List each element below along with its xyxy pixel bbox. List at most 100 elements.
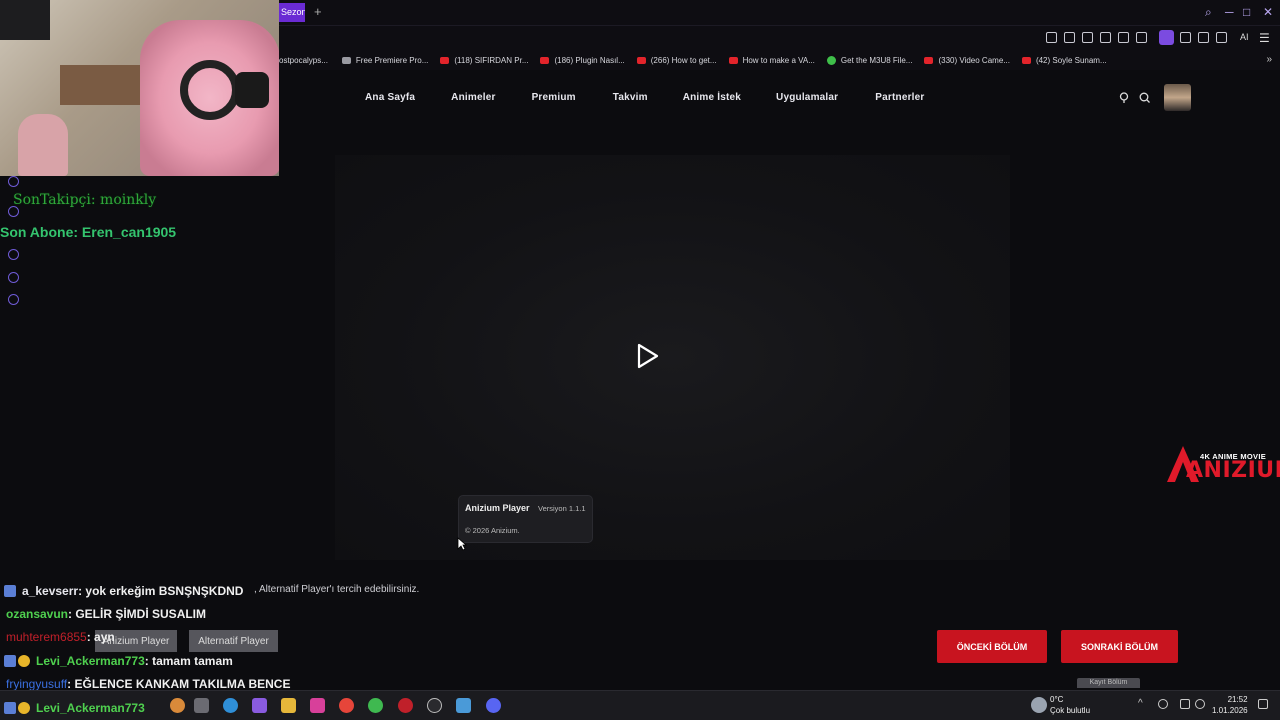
menu-icon[interactable]: ☰: [1259, 31, 1270, 45]
webcam-microphone: [235, 72, 269, 108]
nav-animes[interactable]: Animeler: [451, 92, 495, 103]
next-episode-button[interactable]: SONRAKİ BÖLÜM: [1061, 630, 1178, 663]
whatsapp-icon[interactable]: [368, 698, 383, 713]
bookmark-label: (186) Plugin Nasıl...: [554, 55, 625, 65]
player-version: Versiyon 1.1.1: [538, 504, 586, 513]
sub-badge-icon: [18, 655, 30, 667]
shield-icon[interactable]: [1100, 32, 1111, 43]
chat-username: fryingyusuff: [6, 677, 68, 691]
secondary-button[interactable]: Kayıt Bölüm: [1077, 678, 1140, 688]
close-icon[interactable]: ✕: [1263, 5, 1273, 19]
bookmark-item[interactable]: (266) How to get...: [636, 55, 717, 65]
maximize-icon[interactable]: □: [1243, 5, 1250, 19]
bookmark-item[interactable]: (118) SIFIRDAN Pr...: [440, 56, 528, 65]
lightbulb-icon[interactable]: [1119, 92, 1129, 103]
bookmark-label: ostpocalyps...: [279, 55, 328, 65]
last-follower: SonTakipçi: moinkly: [13, 192, 157, 208]
chat-text: : EĞLENCE KANKAM TAKILMA BENCE: [67, 677, 291, 691]
volume-icon[interactable]: [1195, 699, 1205, 709]
play-icon[interactable]: [1118, 32, 1129, 43]
anizium-logo: 4K ANIME MOVIE ANIZIUM: [1166, 444, 1280, 484]
main-nav: Ana Sayfa Animeler Premium Takvim Anime …: [365, 92, 925, 103]
bookmark-item[interactable]: (186) Plugin Nasıl...: [540, 55, 625, 65]
clock-icon[interactable]: [8, 249, 19, 260]
bookmark-item[interactable]: How to make a VA...: [728, 56, 815, 65]
avatar[interactable]: [1164, 84, 1191, 111]
obs-icon[interactable]: [427, 698, 442, 713]
search-icon[interactable]: [1139, 92, 1150, 103]
heart-icon[interactable]: [1136, 32, 1147, 43]
extension-active-icon[interactable]: [1159, 30, 1174, 45]
bookmarks-overflow-button[interactable]: »: [1266, 54, 1272, 65]
weather-widget[interactable]: 0°C Çok bulutlu: [1050, 694, 1090, 716]
taskbar: 0°C Çok bulutlu ^ 21:52 1.01.2026: [0, 690, 1280, 720]
chat-username: ozansavun: [6, 607, 69, 621]
chat-message: Levi_Ackerman773 : tamam tamam: [0, 652, 233, 670]
chat-message: ozansavun : GELİR ŞİMDİ SUSALIM: [0, 605, 206, 623]
taskbar-app-icon[interactable]: [170, 698, 185, 713]
screenshot-icon[interactable]: [1082, 32, 1093, 43]
bookmark-label: (330) Video Came...: [938, 55, 1010, 65]
wallet-icon[interactable]: [1216, 32, 1227, 43]
bookmark-item[interactable]: ostpocalyps...: [279, 56, 328, 65]
nav-apps[interactable]: Uygulamalar: [776, 92, 838, 103]
clock[interactable]: 21:52 1.01.2026: [1212, 694, 1248, 716]
cursor-icon: [457, 537, 467, 551]
download-icon[interactable]: [1198, 32, 1209, 43]
nav-premium[interactable]: Premium: [532, 92, 576, 103]
pin-icon[interactable]: [1064, 32, 1075, 43]
sub-badge-icon: [18, 702, 30, 714]
tab-alternative-player[interactable]: Alternatif Player: [189, 630, 278, 652]
chat-username: Levi_Ackerman773: [36, 701, 145, 715]
previous-episode-button[interactable]: ÖNCEKİ BÖLÜM: [937, 630, 1047, 663]
player-info-popup: Anizium Player Versiyon 1.1.1 © 2026 Ani…: [459, 496, 592, 542]
minimize-icon[interactable]: ─: [1225, 5, 1234, 19]
tab-active[interactable]: Sezon: [279, 3, 305, 22]
notification-icon[interactable]: [1258, 699, 1268, 709]
search-tabs-icon[interactable]: ⌕: [1205, 5, 1212, 19]
logo-name: ANIZIUM: [1186, 458, 1280, 483]
chat-username: Levi_Ackerman773: [36, 654, 145, 668]
bookmark-item[interactable]: (330) Video Came...: [924, 55, 1010, 65]
bookmark-label: Get the M3U8 File...: [840, 55, 913, 65]
file-explorer-icon[interactable]: [281, 698, 296, 713]
video-player[interactable]: [335, 155, 1010, 560]
opera-icon[interactable]: [398, 698, 413, 713]
bookmark-item[interactable]: Free Premiere Pro...: [341, 55, 429, 65]
steam-icon[interactable]: [456, 698, 471, 713]
nav-tools: [1119, 92, 1150, 103]
nav-calendar[interactable]: Takvim: [613, 92, 648, 103]
extension-icon[interactable]: [8, 272, 19, 283]
prime-badge-icon: [4, 585, 16, 597]
prime-badge-icon: [4, 655, 16, 667]
new-tab-button[interactable]: +: [314, 4, 322, 20]
task-view-icon[interactable]: [194, 698, 209, 713]
youtube-icon: [440, 56, 450, 64]
prime-badge-icon: [4, 702, 16, 714]
bookmark-item[interactable]: Get the M3U8 File...: [826, 55, 913, 65]
webcam-tv: [0, 0, 50, 40]
nav-home[interactable]: Ana Sayfa: [365, 92, 415, 103]
chrome-icon[interactable]: [339, 698, 354, 713]
bookmark-label: (266) How to get...: [650, 55, 717, 65]
discord-icon[interactable]: [486, 698, 501, 713]
instagram-icon[interactable]: [310, 698, 325, 713]
extensions-icon[interactable]: [1180, 32, 1191, 43]
youtube-icon: [924, 56, 934, 64]
chat-message: Levi_Ackerman773: [0, 699, 145, 717]
play-icon[interactable]: [637, 343, 659, 369]
extension-favicon-icon: [826, 55, 836, 65]
nav-partners[interactable]: Partnerler: [875, 92, 924, 103]
gear-icon[interactable]: [8, 294, 19, 305]
bookmark-label: Free Premiere Pro...: [355, 55, 429, 65]
network-icon[interactable]: [1180, 699, 1190, 709]
edge-icon[interactable]: [223, 698, 238, 713]
nav-anime-request[interactable]: Anime İstek: [683, 92, 741, 103]
bookmark-item[interactable]: (42) Soyle Sunam...: [1021, 56, 1107, 65]
split-view-icon[interactable]: [1046, 32, 1057, 43]
clock-time: 21:52: [1227, 695, 1248, 704]
chevron-up-icon[interactable]: ^: [1138, 699, 1148, 709]
copilot-icon[interactable]: [252, 698, 267, 713]
microphone-icon[interactable]: [1158, 699, 1168, 709]
ai-button[interactable]: AI: [1240, 32, 1249, 42]
